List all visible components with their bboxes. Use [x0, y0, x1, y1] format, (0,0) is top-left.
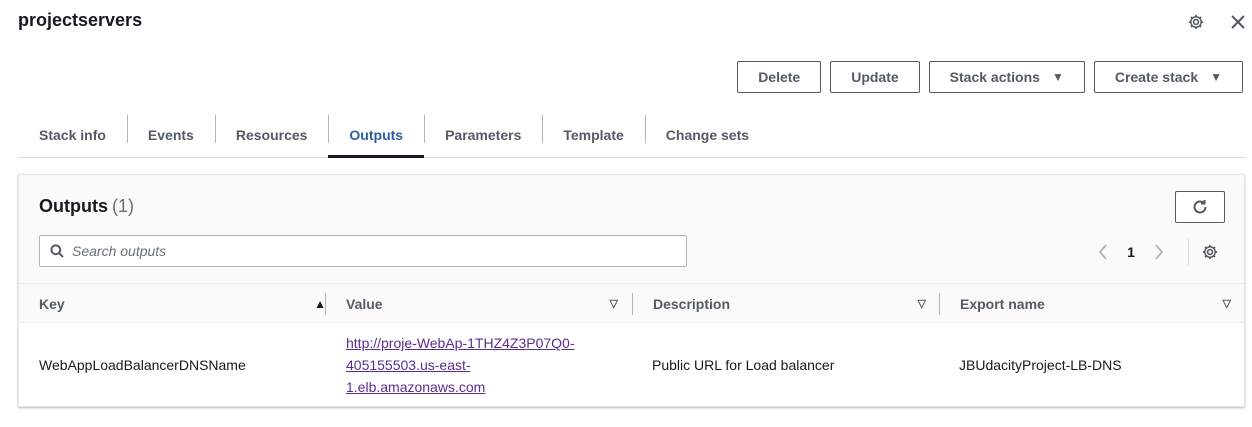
column-header-export-name[interactable]: Export name ▽ — [960, 284, 1231, 324]
search-outputs-field[interactable] — [39, 235, 687, 267]
refresh-icon — [1193, 200, 1207, 214]
tab-resources[interactable]: Resources — [214, 113, 329, 157]
value-line-1: http://proje-WebAp-1THZ4Z3P07Q0- — [346, 335, 575, 351]
outputs-panel: Outputs(1) 1 Key ▲ — [18, 174, 1245, 407]
stack-tabs: Stack info Events Resources Outputs Para… — [18, 113, 1246, 158]
caret-down-icon: ▼ — [1051, 70, 1064, 84]
stack-actions-bar: Delete Update Stack actions ▼ Create sta… — [737, 61, 1243, 93]
column-value-label: Value — [346, 296, 383, 312]
column-divider[interactable] — [939, 293, 940, 315]
sort-icon: ▽ — [1222, 298, 1231, 310]
pagination: 1 — [1090, 239, 1172, 265]
header-icons — [1182, 8, 1252, 36]
pager-divider — [1188, 239, 1189, 265]
chevron-left-icon[interactable] — [1090, 239, 1116, 265]
stack-actions-label: Stack actions — [949, 69, 1040, 85]
column-header-value[interactable]: Value ▽ — [346, 284, 618, 324]
tab-change-sets[interactable]: Change sets — [644, 113, 770, 157]
page-title: projectservers — [18, 10, 143, 30]
sort-icon: ▽ — [609, 298, 618, 310]
column-header-key[interactable]: Key ▲ — [39, 284, 326, 324]
column-description-label: Description — [653, 296, 731, 312]
column-key-label: Key — [39, 296, 65, 312]
tab-stack-info[interactable]: Stack info — [18, 113, 127, 157]
outputs-title-text: Outputs — [39, 196, 108, 216]
page-number[interactable]: 1 — [1116, 244, 1146, 260]
search-icon — [50, 244, 64, 258]
close-icon[interactable] — [1224, 8, 1252, 36]
create-stack-dropdown[interactable]: Create stack ▼ — [1093, 61, 1243, 93]
column-header-description[interactable]: Description ▽ — [653, 284, 926, 324]
cell-value: http://proje-WebAp-1THZ4Z3P07Q0- 4051555… — [346, 323, 575, 407]
tab-parameters[interactable]: Parameters — [424, 113, 542, 157]
chevron-right-icon[interactable] — [1146, 239, 1172, 265]
cell-export-name: JBUdacityProject-LB-DNS — [959, 357, 1122, 373]
preferences-gear-icon[interactable] — [1197, 239, 1223, 265]
tab-events[interactable]: Events — [126, 113, 215, 157]
cell-description: Public URL for Load balancer — [652, 357, 835, 373]
value-line-3: 1.elb.amazonaws.com — [346, 379, 486, 395]
outputs-count: (1) — [112, 196, 134, 216]
search-input[interactable] — [72, 243, 662, 259]
column-divider[interactable] — [632, 293, 633, 315]
stack-actions-dropdown[interactable]: Stack actions ▼ — [928, 61, 1085, 93]
refresh-button[interactable] — [1175, 191, 1225, 223]
delete-button[interactable]: Delete — [737, 61, 822, 93]
create-stack-label: Create stack — [1114, 69, 1199, 85]
tab-outputs[interactable]: Outputs — [328, 113, 424, 158]
caret-down-icon: ▼ — [1210, 70, 1222, 84]
table-row: WebAppLoadBalancerDNSName http://proje-W… — [19, 323, 1244, 407]
gear-icon[interactable] — [1182, 8, 1210, 36]
table-header: Key ▲ Value ▽ Description ▽ Export name … — [19, 283, 1244, 323]
outputs-title: Outputs (1) — [39, 196, 134, 217]
column-divider[interactable] — [325, 293, 326, 315]
cell-key: WebAppLoadBalancerDNSName — [39, 357, 246, 373]
tab-template[interactable]: Template — [542, 113, 644, 157]
column-export-name-label: Export name — [960, 296, 1045, 312]
output-value-link[interactable]: http://proje-WebAp-1THZ4Z3P07Q0- 4051555… — [346, 332, 575, 398]
sort-icon: ▽ — [917, 298, 926, 310]
update-button[interactable]: Update — [830, 61, 920, 93]
value-line-2: 405155503.us-east- — [346, 357, 471, 373]
